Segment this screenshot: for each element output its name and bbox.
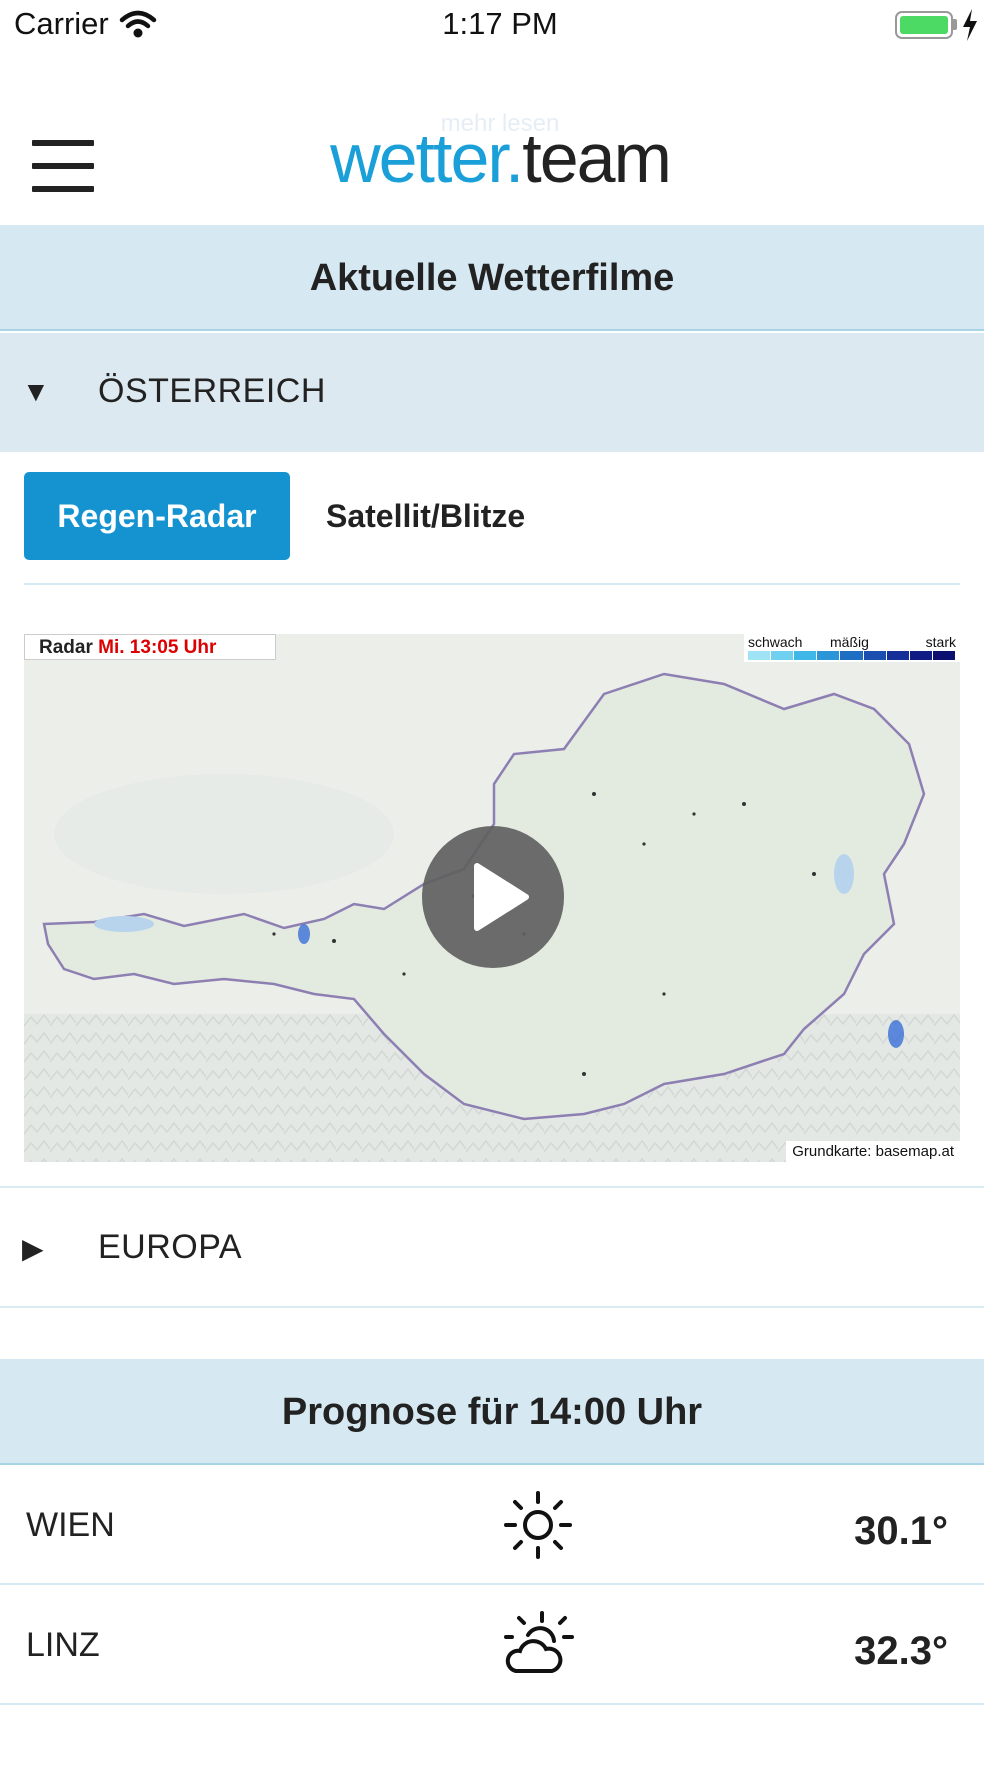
charging-bolt-icon bbox=[963, 9, 977, 41]
temperature: 32.3° bbox=[854, 1629, 948, 1673]
play-button[interactable] bbox=[422, 826, 564, 968]
films-title-text: Aktuelle Wetterfilme bbox=[309, 257, 675, 299]
city-name: WIEN bbox=[26, 1506, 115, 1544]
logo-wetter: wetter. bbox=[330, 119, 524, 197]
radar-map-video[interactable]: Radar Mi. 13:05 Uhr schwach mäßig stark … bbox=[24, 634, 960, 1162]
tab-regen-radar[interactable]: Regen-Radar bbox=[24, 472, 290, 560]
logo-team: team bbox=[522, 119, 672, 197]
accordion-label-oesterreich: ÖSTERREICH bbox=[98, 372, 326, 410]
radar-time: Mi. 13:05 Uhr bbox=[98, 637, 217, 658]
forecast-row-wien[interactable]: WIEN 30.1° bbox=[0, 1465, 984, 1585]
logo[interactable]: wetter.team bbox=[0, 118, 1000, 198]
legend-maessig: mäßig bbox=[830, 634, 869, 650]
forecast-section-title: Prognose für 14:00 Uhr bbox=[0, 1359, 984, 1465]
temperature: 30.1° bbox=[854, 1509, 948, 1553]
triangle-down-icon: ▼ bbox=[22, 376, 50, 407]
radar-prefix: Radar bbox=[39, 637, 93, 658]
map-credit: Grundkarte: basemap.at bbox=[786, 1141, 960, 1162]
films-section-title: Aktuelle Wetterfilme bbox=[0, 225, 984, 331]
status-bar: Carrier 1:17 PM bbox=[0, 0, 1000, 52]
legend-color-ramp bbox=[748, 651, 956, 660]
city-name: LINZ bbox=[26, 1626, 100, 1664]
battery-nub bbox=[953, 19, 957, 30]
radar-timestamp-label: Radar Mi. 13:05 Uhr bbox=[24, 634, 276, 660]
tab-divider bbox=[24, 583, 960, 585]
partly-cloudy-icon bbox=[504, 1611, 574, 1673]
tab-satellit-blitze[interactable]: Satellit/Blitze bbox=[326, 472, 566, 560]
play-icon bbox=[474, 863, 529, 931]
forecast-row-linz[interactable]: LINZ 32.3° bbox=[0, 1585, 984, 1705]
legend-schwach: schwach bbox=[748, 634, 803, 650]
accordion-europa[interactable]: ▶ EUROPA bbox=[0, 1186, 984, 1308]
battery-icon bbox=[895, 11, 953, 39]
accordion-label-europa: EUROPA bbox=[98, 1228, 243, 1266]
triangle-right-icon: ▶ bbox=[22, 1233, 44, 1264]
legend-stark: stark bbox=[925, 634, 956, 650]
forecast-title-text: Prognose für 14:00 Uhr bbox=[281, 1391, 703, 1433]
accordion-oesterreich[interactable]: ▼ ÖSTERREICH bbox=[0, 333, 984, 452]
radar-intensity-legend: schwach mäßig stark bbox=[744, 634, 960, 662]
status-time: 1:17 PM bbox=[442, 6, 558, 41]
sun-icon bbox=[504, 1491, 572, 1559]
